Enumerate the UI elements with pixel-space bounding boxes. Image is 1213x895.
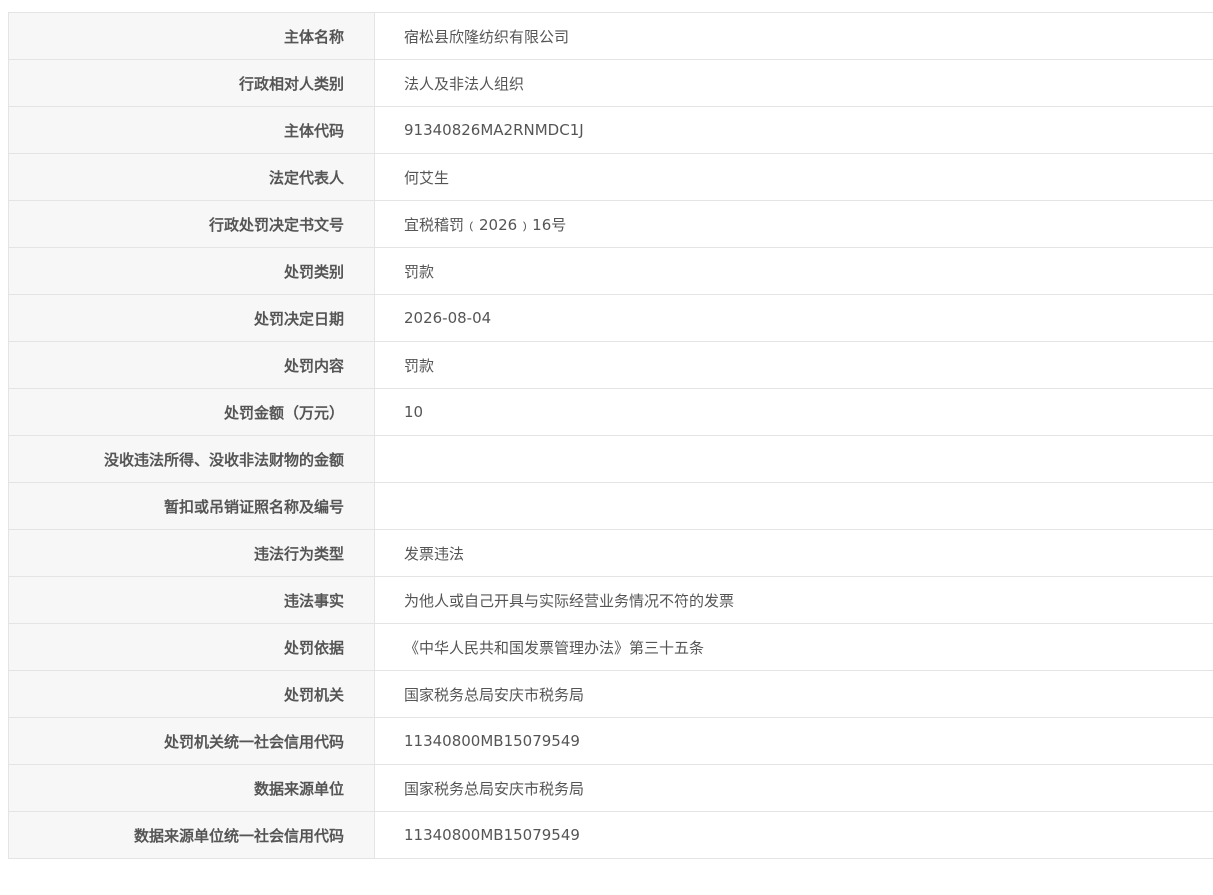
- value-subject-name: 宿松县欣隆纺织有限公司: [374, 12, 1213, 60]
- value-counterpart-category: 法人及非法人组织: [374, 59, 1213, 107]
- value-violation-type: 发票违法: [374, 529, 1213, 577]
- row-counterpart-category: 行政相对人类别 法人及非法人组织: [8, 59, 1213, 107]
- row-decision-date: 处罚决定日期 2026-08-04: [8, 294, 1213, 342]
- value-decision-date: 2026-08-04: [374, 294, 1213, 342]
- row-subject-code: 主体代码 91340826MA2RNMDC1J: [8, 106, 1213, 154]
- label-data-source-unit: 数据来源单位: [8, 764, 375, 812]
- row-penalty-authority: 处罚机关 国家税务总局安庆市税务局: [8, 670, 1213, 718]
- value-penalty-type: 罚款: [374, 247, 1213, 295]
- label-license-suspension: 暂扣或吊销证照名称及编号: [8, 482, 375, 530]
- label-confiscation-amount: 没收违法所得、没收非法财物的金额: [8, 435, 375, 483]
- label-subject-code: 主体代码: [8, 106, 375, 154]
- value-confiscation-amount: [374, 435, 1213, 483]
- value-subject-code: 91340826MA2RNMDC1J: [374, 106, 1213, 154]
- row-violation-facts: 违法事实 为他人或自己开具与实际经营业务情况不符的发票: [8, 576, 1213, 624]
- value-penalty-content: 罚款: [374, 341, 1213, 389]
- value-violation-facts: 为他人或自己开具与实际经营业务情况不符的发票: [374, 576, 1213, 624]
- label-violation-facts: 违法事实: [8, 576, 375, 624]
- label-penalty-basis: 处罚依据: [8, 623, 375, 671]
- label-penalty-content: 处罚内容: [8, 341, 375, 389]
- value-legal-representative: 何艾生: [374, 153, 1213, 201]
- penalty-detail-table: 主体名称 宿松县欣隆纺织有限公司 行政相对人类别 法人及非法人组织 主体代码 9…: [8, 12, 1213, 859]
- label-authority-credit-code: 处罚机关统一社会信用代码: [8, 717, 375, 765]
- row-data-source-unit: 数据来源单位 国家税务总局安庆市税务局: [8, 764, 1213, 812]
- label-decision-doc-number: 行政处罚决定书文号: [8, 200, 375, 248]
- row-penalty-amount: 处罚金额（万元） 10: [8, 388, 1213, 436]
- value-license-suspension: [374, 482, 1213, 530]
- row-confiscation-amount: 没收违法所得、没收非法财物的金额: [8, 435, 1213, 483]
- label-legal-representative: 法定代表人: [8, 153, 375, 201]
- label-subject-name: 主体名称: [8, 12, 375, 60]
- row-license-suspension: 暂扣或吊销证照名称及编号: [8, 482, 1213, 530]
- value-penalty-amount: 10: [374, 388, 1213, 436]
- label-penalty-type: 处罚类别: [8, 247, 375, 295]
- value-data-source-unit: 国家税务总局安庆市税务局: [374, 764, 1213, 812]
- row-penalty-content: 处罚内容 罚款: [8, 341, 1213, 389]
- row-penalty-basis: 处罚依据 《中华人民共和国发票管理办法》第三十五条: [8, 623, 1213, 671]
- row-penalty-type: 处罚类别 罚款: [8, 247, 1213, 295]
- label-decision-date: 处罚决定日期: [8, 294, 375, 342]
- row-subject-name: 主体名称 宿松县欣隆纺织有限公司: [8, 12, 1213, 60]
- value-authority-credit-code: 11340800MB15079549: [374, 717, 1213, 765]
- row-violation-type: 违法行为类型 发票违法: [8, 529, 1213, 577]
- label-violation-type: 违法行为类型: [8, 529, 375, 577]
- label-source-credit-code: 数据来源单位统一社会信用代码: [8, 811, 375, 859]
- value-penalty-authority: 国家税务总局安庆市税务局: [374, 670, 1213, 718]
- label-counterpart-category: 行政相对人类别: [8, 59, 375, 107]
- value-penalty-basis: 《中华人民共和国发票管理办法》第三十五条: [374, 623, 1213, 671]
- label-penalty-authority: 处罚机关: [8, 670, 375, 718]
- row-authority-credit-code: 处罚机关统一社会信用代码 11340800MB15079549: [8, 717, 1213, 765]
- row-legal-representative: 法定代表人 何艾生: [8, 153, 1213, 201]
- value-source-credit-code: 11340800MB15079549: [374, 811, 1213, 859]
- row-source-credit-code: 数据来源单位统一社会信用代码 11340800MB15079549: [8, 811, 1213, 859]
- row-decision-doc-number: 行政处罚决定书文号 宜税稽罚﹙2026﹚16号: [8, 200, 1213, 248]
- label-penalty-amount: 处罚金额（万元）: [8, 388, 375, 436]
- value-decision-doc-number: 宜税稽罚﹙2026﹚16号: [374, 200, 1213, 248]
